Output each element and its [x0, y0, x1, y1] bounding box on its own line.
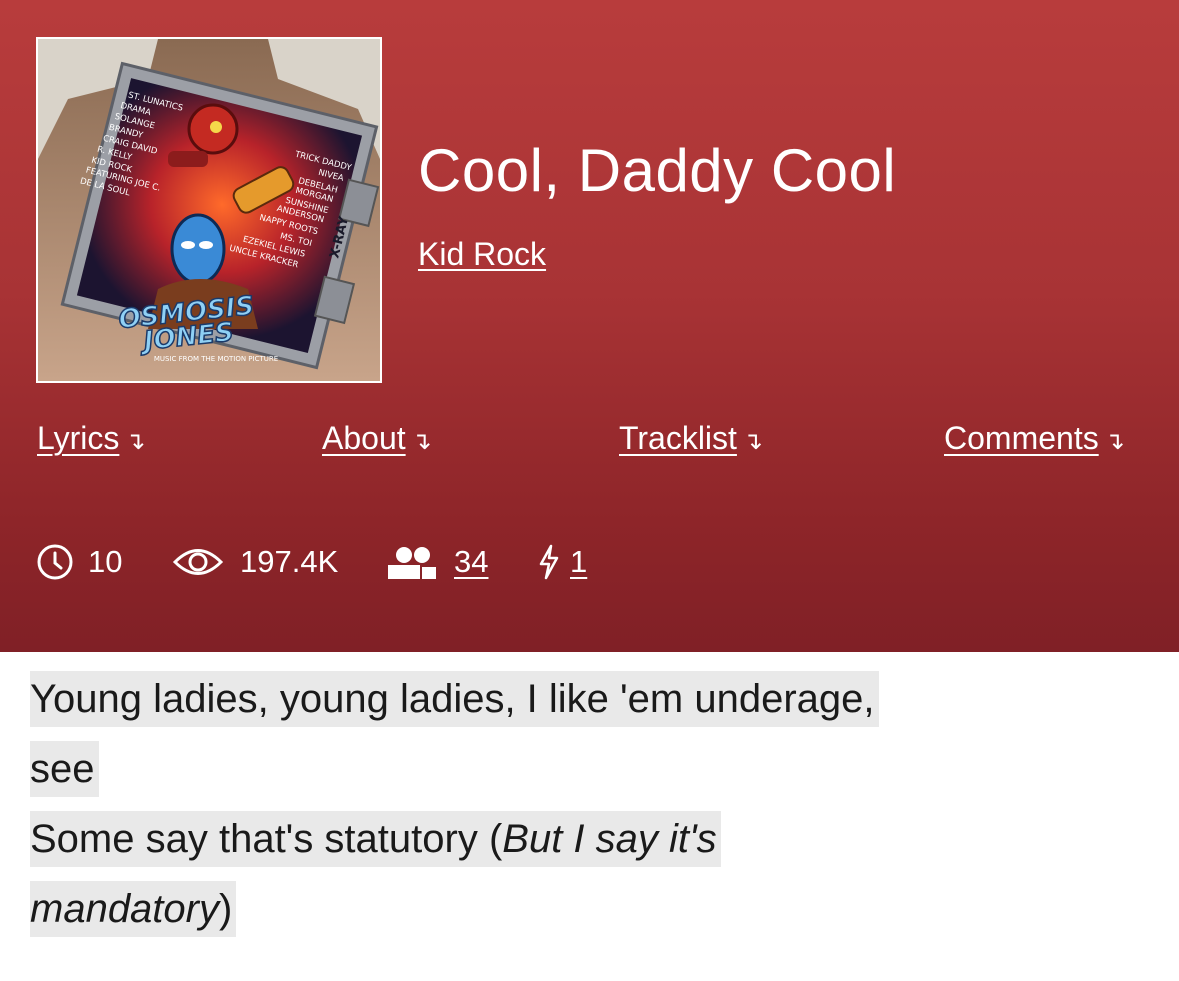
nav-about-link[interactable]: About ↴: [322, 420, 432, 457]
nav-about-label: About: [322, 420, 406, 456]
nav-lyrics-link[interactable]: Lyrics ↴: [37, 420, 145, 457]
song-title: Cool, Daddy Cool: [418, 137, 897, 204]
nav-lyrics-label: Lyrics: [37, 420, 120, 456]
eye-icon: [172, 543, 224, 581]
contributors-icon: [386, 543, 438, 581]
song-header: ST. LUNATICS DRAMA SOLANGE BRANDY CRAIG …: [0, 0, 1179, 652]
lyric-line: mandatory): [30, 874, 1150, 944]
artist-link[interactable]: Kid Rock: [418, 236, 546, 273]
cover-subtitle: MUSIC FROM THE MOTION PICTURE: [154, 355, 278, 363]
nav-comments-label: Comments: [944, 420, 1099, 456]
annotated-lyric[interactable]: mandatory): [30, 881, 237, 937]
annotated-lyric[interactable]: Some say that's statutory (But I say it'…: [30, 811, 721, 867]
nav-comments-link[interactable]: Comments ↴: [944, 420, 1125, 457]
transcribers-count: 10: [88, 544, 123, 579]
nav-tracklist-label: Tracklist: [619, 420, 737, 456]
annotated-lyric[interactable]: Young ladies, young ladies, I like 'em u…: [30, 671, 879, 727]
contributors-stat[interactable]: 34: [386, 540, 488, 584]
nav-tracklist-link[interactable]: Tracklist ↴: [619, 420, 763, 457]
album-cover-art: ST. LUNATICS DRAMA SOLANGE BRANDY CRAIG …: [38, 39, 380, 381]
transcribers-stat: 10: [36, 540, 122, 584]
pyong-bolt-icon: [538, 543, 560, 581]
lyrics-body: Young ladies, young ladies, I like 'em u…: [30, 664, 1150, 944]
album-cover[interactable]: ST. LUNATICS DRAMA SOLANGE BRANDY CRAIG …: [36, 37, 382, 383]
jump-down-icon: ↴: [411, 428, 432, 455]
jump-down-icon: ↴: [1104, 428, 1125, 455]
lyric-text: Some say that's statutory (: [30, 817, 503, 861]
lyric-italic-text: But I say it's: [502, 817, 717, 861]
lyric-line: see: [30, 734, 1150, 804]
views-stat: 197.4K: [172, 540, 338, 584]
contributors-count[interactable]: 34: [454, 544, 488, 580]
jump-down-icon: ↴: [742, 428, 764, 455]
lyric-line: Young ladies, young ladies, I like 'em u…: [30, 664, 1150, 734]
jump-down-icon: ↴: [125, 428, 146, 455]
lyric-line: Some say that's statutory (But I say it'…: [30, 804, 1150, 874]
annotated-lyric[interactable]: see: [30, 741, 99, 797]
lyric-text: ): [218, 887, 233, 931]
clock-icon: [36, 543, 74, 581]
pyongs-count[interactable]: 1: [570, 544, 587, 580]
lyric-italic-text: mandatory: [30, 887, 219, 931]
pyongs-stat[interactable]: 1: [538, 540, 587, 584]
views-count: 197.4K: [240, 544, 339, 579]
